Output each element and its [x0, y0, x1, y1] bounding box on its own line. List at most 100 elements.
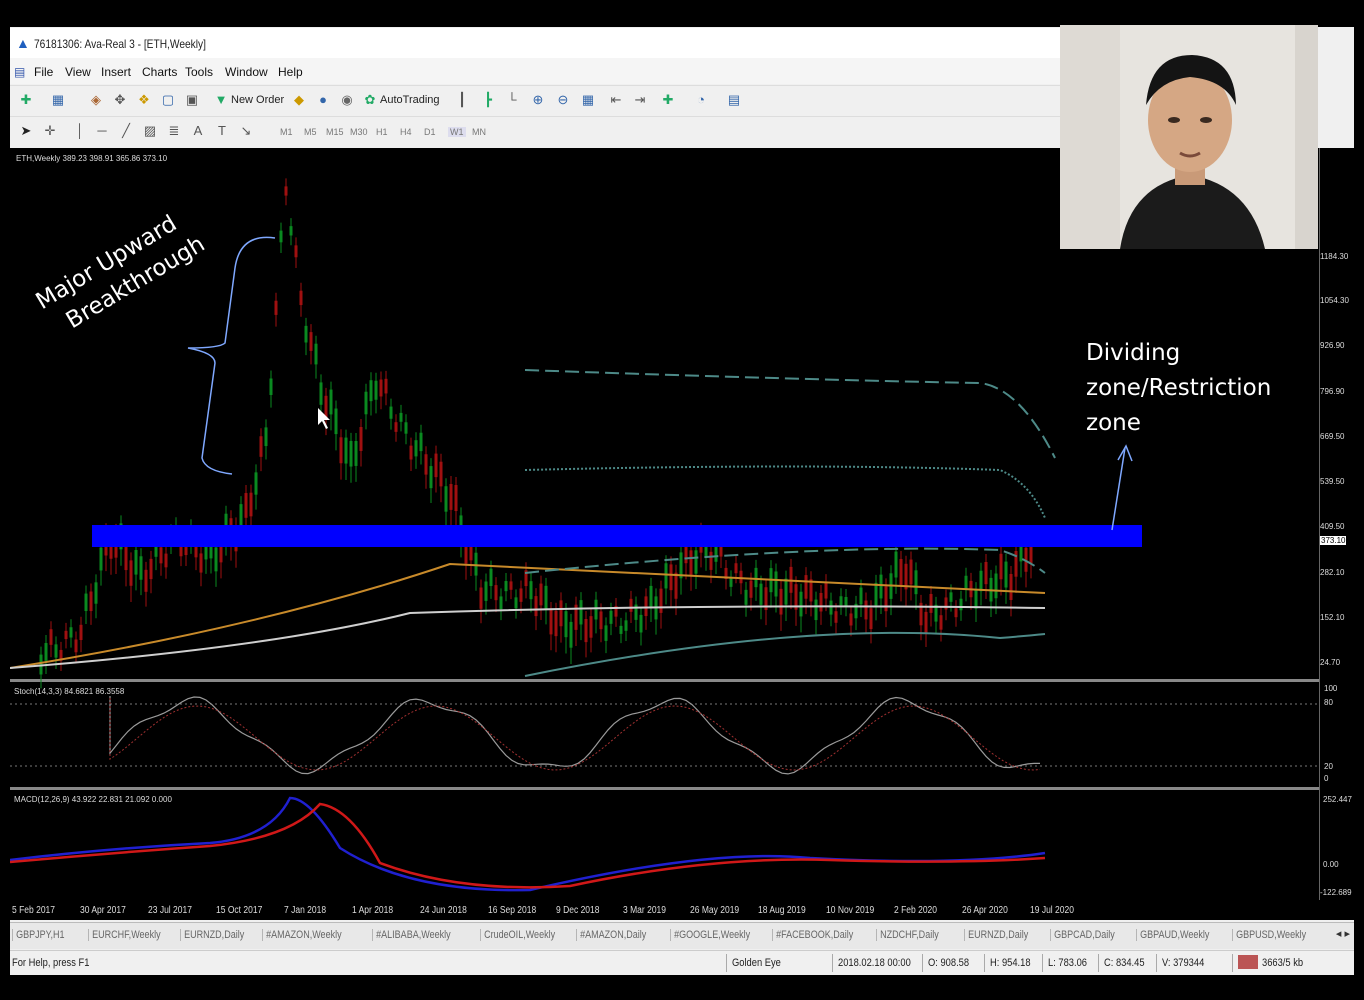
price-candle [629, 598, 633, 612]
menu-insert[interactable]: Insert [101, 65, 131, 79]
tab-amazon-weekly[interactable]: #AMAZON,Weekly [262, 929, 342, 941]
tab-nzdchf-daily[interactable]: NZDCHF,Daily [876, 929, 939, 941]
tab-alibaba-weekly[interactable]: #ALIBABA,Weekly [372, 929, 451, 941]
price-candle [124, 544, 128, 571]
line-chart-icon[interactable]: └ [504, 92, 520, 108]
candlestick-icon[interactable]: ┣ [480, 92, 496, 108]
price-candle [734, 563, 738, 574]
profiles-icon[interactable]: ▦ [50, 92, 66, 108]
text-icon[interactable]: A [190, 123, 206, 139]
channel-icon[interactable]: ▨ [142, 123, 158, 139]
macd-histogram-bar [486, 860, 488, 865]
price-candle [139, 556, 143, 580]
price-candle [534, 596, 538, 617]
tab-gbpusd-weekly[interactable]: GBPUSD,Weekly [1232, 929, 1306, 941]
periods-icon[interactable]: ◔ [693, 92, 709, 108]
tab-gbpjpy-h1[interactable]: GBPJPY,H1 [12, 929, 65, 941]
new-order-button[interactable]: New Order [231, 94, 284, 106]
date-label: 26 May 2019 [690, 905, 740, 916]
macd-histogram-bar [390, 856, 392, 860]
macd-histogram-bar [210, 855, 212, 860]
strategy-tester-icon[interactable]: ▣ [184, 92, 200, 108]
stoch-level-20: 20 [1324, 762, 1333, 771]
menu-view[interactable]: View [65, 65, 91, 79]
price-candle [554, 610, 558, 637]
vps-icon[interactable]: ◉ [339, 92, 355, 108]
horizontal-line-icon[interactable]: ─ [94, 123, 110, 139]
zoom-in-icon[interactable]: ⊕ [530, 92, 546, 108]
timeframe-h4[interactable]: H4 [400, 127, 412, 137]
tile-windows-icon[interactable]: ▦ [580, 92, 596, 108]
timeframe-mn[interactable]: MN [472, 127, 486, 137]
price-candle [799, 591, 803, 617]
macd-histogram-bar [590, 855, 592, 860]
macd-histogram-bar [370, 860, 372, 877]
zoom-out-icon[interactable]: ⊖ [555, 92, 571, 108]
chart-canvas[interactable] [10, 148, 1354, 920]
macd-histogram-bar [350, 860, 352, 884]
navigator-icon[interactable]: ❖ [136, 92, 152, 108]
tab-eurnzd-daily[interactable]: EURNZD,Daily [180, 929, 244, 941]
tab-amazon-daily[interactable]: #AMAZON,Daily [576, 929, 646, 941]
fibonacci-icon[interactable]: ≣ [166, 123, 182, 139]
market-watch-icon[interactable]: ◈ [88, 92, 104, 108]
autotrading-button[interactable]: AutoTrading [380, 94, 440, 106]
macd-histogram-bar [338, 860, 340, 882]
menu-charts[interactable]: Charts [142, 65, 177, 79]
macd-histogram-bar [334, 860, 336, 880]
templates-icon[interactable]: ▤ [726, 92, 742, 108]
menu-file[interactable]: File [34, 65, 53, 79]
cursor-icon[interactable]: ➤ [18, 123, 34, 139]
status-separator [832, 954, 833, 972]
macd-histogram-bar [454, 860, 456, 868]
timeframe-m5[interactable]: M5 [304, 127, 317, 137]
tab-eurnzd-daily-2[interactable]: EURNZD,Daily [964, 929, 1028, 941]
indicators-icon[interactable]: ✚ [660, 92, 676, 108]
autotrading-icon[interactable]: ✿ [362, 92, 378, 108]
bar-chart-icon[interactable]: ┃ [454, 92, 470, 108]
date-label: 19 Jul 2020 [1030, 905, 1074, 916]
app-logo-icon: ▲ [16, 35, 30, 51]
chart-shift-icon[interactable]: ⇥ [632, 92, 648, 108]
status-profile[interactable]: Golden Eye [732, 957, 781, 969]
text-label-icon[interactable]: T [214, 123, 230, 139]
timeframe-m15[interactable]: M15 [326, 127, 344, 137]
trendline-icon[interactable]: ╱ [118, 123, 134, 139]
menu-bar: ▤ File View Insert Charts Tools Window H… [10, 58, 1060, 84]
menu-tools[interactable]: Tools [185, 65, 213, 79]
macd-histogram-bar [258, 848, 260, 860]
new-order-icon[interactable]: ▼ [213, 92, 229, 108]
signals-icon[interactable]: ● [315, 92, 331, 108]
tab-gbpcad-daily[interactable]: GBPCAD,Daily [1050, 929, 1115, 941]
price-candle [674, 572, 678, 599]
terminal-icon[interactable]: ▢ [160, 92, 176, 108]
menu-help[interactable]: Help [278, 65, 303, 79]
new-chart-icon[interactable]: ✚ [18, 92, 34, 108]
macd-histogram-bar [270, 835, 272, 860]
timeframe-w1[interactable]: W1 [448, 127, 466, 137]
vertical-line-icon[interactable]: │ [72, 123, 88, 139]
price-candle [504, 581, 508, 592]
crosshair-icon[interactable]: ✛ [42, 123, 58, 139]
auto-scroll-icon[interactable]: ⇤ [608, 92, 624, 108]
data-window-icon[interactable]: ✥ [112, 92, 128, 108]
menu-window[interactable]: Window [225, 65, 268, 79]
price-candle [644, 596, 648, 617]
timeframe-d1[interactable]: D1 [424, 127, 436, 137]
macd-histogram-bar [626, 855, 628, 860]
arrows-icon[interactable]: ↘ [238, 123, 254, 139]
timeframe-m30[interactable]: M30 [350, 127, 368, 137]
tab-crudeoil-weekly[interactable]: CrudeOIL,Weekly [480, 929, 555, 941]
price-candle [474, 552, 478, 576]
tab-eurchf-weekly[interactable]: EURCHF,Weekly [88, 929, 161, 941]
timeframe-h1[interactable]: H1 [376, 127, 388, 137]
timeframe-m1[interactable]: M1 [280, 127, 293, 137]
panel-divider [10, 787, 1320, 790]
metaeditor-icon[interactable]: ◆ [291, 92, 307, 108]
chart-window[interactable]: ETH,Weekly 389.23 398.91 365.86 373.10 S… [10, 148, 1354, 920]
tab-facebook-daily[interactable]: #FACEBOOK,Daily [772, 929, 853, 941]
tab-scroll-arrows-icon[interactable]: ◂ ▸ [1336, 927, 1350, 940]
tab-google-weekly[interactable]: #GOOGLE,Weekly [670, 929, 750, 941]
price-candle [359, 427, 363, 451]
tab-gbpaud-weekly[interactable]: GBPAUD,Weekly [1136, 929, 1209, 941]
